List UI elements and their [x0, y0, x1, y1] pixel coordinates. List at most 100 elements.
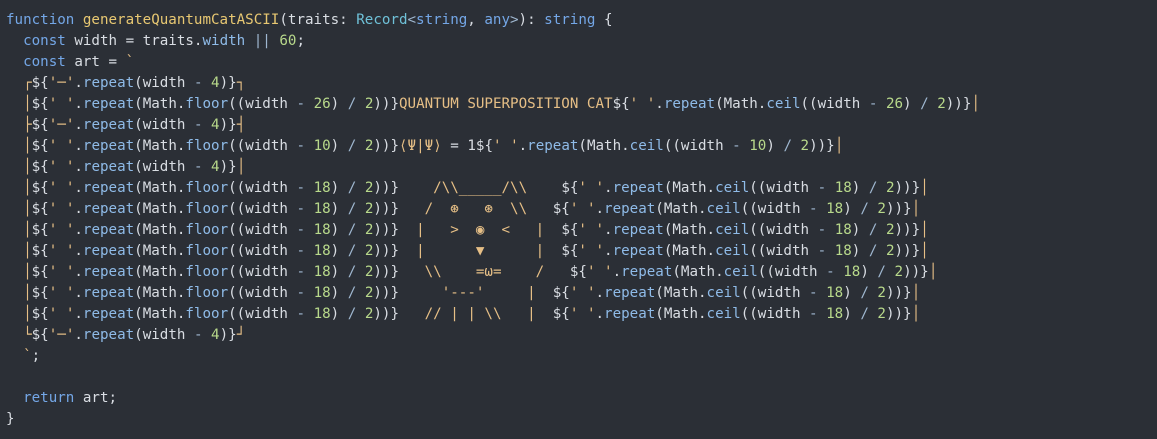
- code-token: 18: [313, 201, 331, 217]
- code-token: width = traits.: [65, 33, 203, 49]
- code-token: ): [330, 201, 348, 217]
- code-line[interactable]: │${' '.repeat(Math.floor((width - 18) / …: [6, 304, 1157, 325]
- code-line[interactable]: │${' '.repeat(Math.floor((width - 26) / …: [6, 94, 1157, 115]
- code-token: (Math.: [134, 243, 186, 259]
- code-token: ${: [552, 285, 570, 301]
- code-token: ' ': [569, 201, 596, 217]
- code-token: (Math.: [715, 96, 767, 112]
- code-token: ${: [31, 306, 49, 322]
- code-token: (Math.: [134, 306, 186, 322]
- code-token: .: [74, 222, 83, 238]
- code-token: -: [732, 138, 741, 154]
- code-token: ))}: [373, 96, 400, 112]
- code-token: ((width: [749, 222, 818, 238]
- code-token: ))}: [885, 201, 912, 217]
- code-line[interactable]: │${' '.repeat(width - 4)}│: [6, 157, 1157, 178]
- code-token: (width: [134, 117, 194, 133]
- code-token: /: [347, 201, 357, 217]
- code-token: ((width: [228, 243, 297, 259]
- code-token: ' ': [586, 264, 613, 280]
- code-token: (Math.: [134, 96, 186, 112]
- code-line[interactable]: └${'─'.repeat(width - 4)}┘: [6, 325, 1157, 346]
- code-token: .: [74, 306, 83, 322]
- code-token: ${: [31, 96, 49, 112]
- code-line[interactable]: │${' '.repeat(Math.floor((width - 18) / …: [6, 283, 1157, 304]
- code-token: 4: [211, 117, 220, 133]
- code-token: 26: [885, 96, 904, 112]
- code-token: ))}: [373, 180, 400, 196]
- code-token: '─': [48, 75, 75, 91]
- code-token: │: [23, 96, 32, 112]
- code-token: `: [125, 54, 135, 70]
- code-token: 2: [877, 201, 886, 217]
- code-token: ' ': [48, 222, 75, 238]
- code-line[interactable]: │${' '.repeat(Math.floor((width - 10) / …: [6, 136, 1157, 157]
- code-line[interactable]: const art = `: [6, 52, 1157, 73]
- code-token: -: [809, 201, 818, 217]
- code-token: 2: [894, 264, 904, 280]
- code-token: (width: [134, 327, 194, 343]
- code-line[interactable]: return art;: [6, 388, 1157, 409]
- code-token: /: [347, 138, 357, 154]
- code-token: string: [544, 12, 596, 28]
- code-token: 4: [211, 75, 220, 91]
- code-token: │: [23, 138, 32, 154]
- code-token: Record: [356, 12, 408, 28]
- code-token: ): [330, 138, 348, 154]
- code-line[interactable]: function generateQuantumCatASCII(traits:…: [6, 10, 1157, 31]
- code-token: 2: [877, 306, 886, 322]
- code-token: (Math.: [672, 264, 724, 280]
- code-token: ))}: [894, 243, 921, 259]
- code-token: ))}: [373, 138, 400, 154]
- code-token: ' ': [569, 306, 596, 322]
- code-token: ((width: [800, 96, 869, 112]
- code-token: repeat: [612, 222, 664, 238]
- code-line[interactable]: }: [6, 409, 1157, 430]
- code-line[interactable]: ├${'─'.repeat(width - 4)}┤: [6, 115, 1157, 136]
- code-line[interactable]: │${' '.repeat(Math.floor((width - 18) / …: [6, 262, 1157, 283]
- code-token: 2: [937, 96, 946, 112]
- code-token: ${: [612, 96, 630, 112]
- code-token: `: [23, 348, 32, 364]
- code-token: │: [920, 243, 929, 259]
- code-line[interactable]: │${' '.repeat(Math.floor((width - 18) / …: [6, 220, 1157, 241]
- code-token: 10: [749, 138, 767, 154]
- code-line[interactable]: │${' '.repeat(Math.floor((width - 18) / …: [6, 178, 1157, 199]
- code-line[interactable]: ┌${'─'.repeat(width - 4)}┐: [6, 73, 1157, 94]
- code-token: ceil: [715, 222, 750, 238]
- code-token: '─': [48, 327, 75, 343]
- code-token: )}: [219, 327, 237, 343]
- code-token: repeat: [82, 180, 135, 196]
- code-line[interactable]: │${' '.repeat(Math.floor((width - 18) / …: [6, 199, 1157, 220]
- code-block[interactable]: function generateQuantumCatASCII(traits:…: [6, 10, 1157, 430]
- code-line[interactable]: │${' '.repeat(Math.floor((width - 18) / …: [6, 241, 1157, 262]
- code-token: │: [23, 222, 32, 238]
- code-editor[interactable]: function generateQuantumCatASCII(traits:…: [0, 0, 1157, 439]
- code-line[interactable]: const width = traits.width || 60;: [6, 31, 1157, 52]
- code-token: repeat: [82, 306, 135, 322]
- code-token: .: [604, 180, 613, 196]
- code-token: generateQuantumCatASCII: [82, 12, 280, 28]
- code-token: ): [330, 264, 348, 280]
- code-token: repeat: [612, 180, 664, 196]
- code-token: (Math.: [663, 243, 716, 259]
- code-token: /: [347, 264, 357, 280]
- code-line[interactable]: `;: [6, 346, 1157, 367]
- code-token: ((width: [228, 285, 297, 301]
- code-token: .: [595, 306, 605, 322]
- code-line[interactable]: [6, 367, 1157, 388]
